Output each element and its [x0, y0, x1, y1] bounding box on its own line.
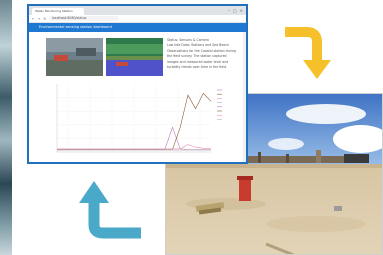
minimize-icon[interactable]: –: [228, 8, 230, 13]
close-icon[interactable]: ×: [240, 8, 243, 13]
address-bar: ← → ↻ localhost:8080/status: [29, 15, 246, 23]
chart-grid: [56, 84, 211, 153]
station-photo-1: [46, 38, 103, 76]
dashboard-content: Status: Sensors & Camera Low tide Data: …: [29, 32, 246, 162]
chart-legend: [217, 89, 222, 120]
browser-tab-bar: Water Monitoring Station – □ ×: [29, 6, 246, 15]
description-line: turbidity trends over time in the field.: [167, 65, 228, 70]
back-icon[interactable]: ←: [32, 17, 35, 21]
maximize-icon[interactable]: □: [233, 8, 237, 13]
curved-arrow-up-icon: [79, 181, 141, 239]
forward-icon[interactable]: →: [38, 17, 41, 21]
sensor-line-chart: [56, 84, 222, 153]
curved-arrow-down-icon: [285, 27, 331, 79]
browser-tab[interactable]: Water Monitoring Station: [32, 8, 84, 15]
dashboard-header: Environmental sensing station dashboard: [29, 23, 246, 32]
station-photo-2: [106, 38, 163, 76]
url-field[interactable]: localhost:8080/status: [49, 16, 120, 21]
scrollbar[interactable]: [243, 32, 246, 162]
composite-figure: Water Monitoring Station – □ × ← → ↻ loc…: [0, 0, 383, 255]
dashboard-screenshot-window: Water Monitoring Station – □ × ← → ↻ loc…: [27, 4, 248, 164]
reload-icon[interactable]: ↻: [43, 17, 46, 21]
window-controls: – □ ×: [228, 6, 246, 15]
station-description: Status: Sensors & Camera Low tide Data: …: [167, 38, 239, 70]
water-photo-edge: [0, 0, 12, 255]
